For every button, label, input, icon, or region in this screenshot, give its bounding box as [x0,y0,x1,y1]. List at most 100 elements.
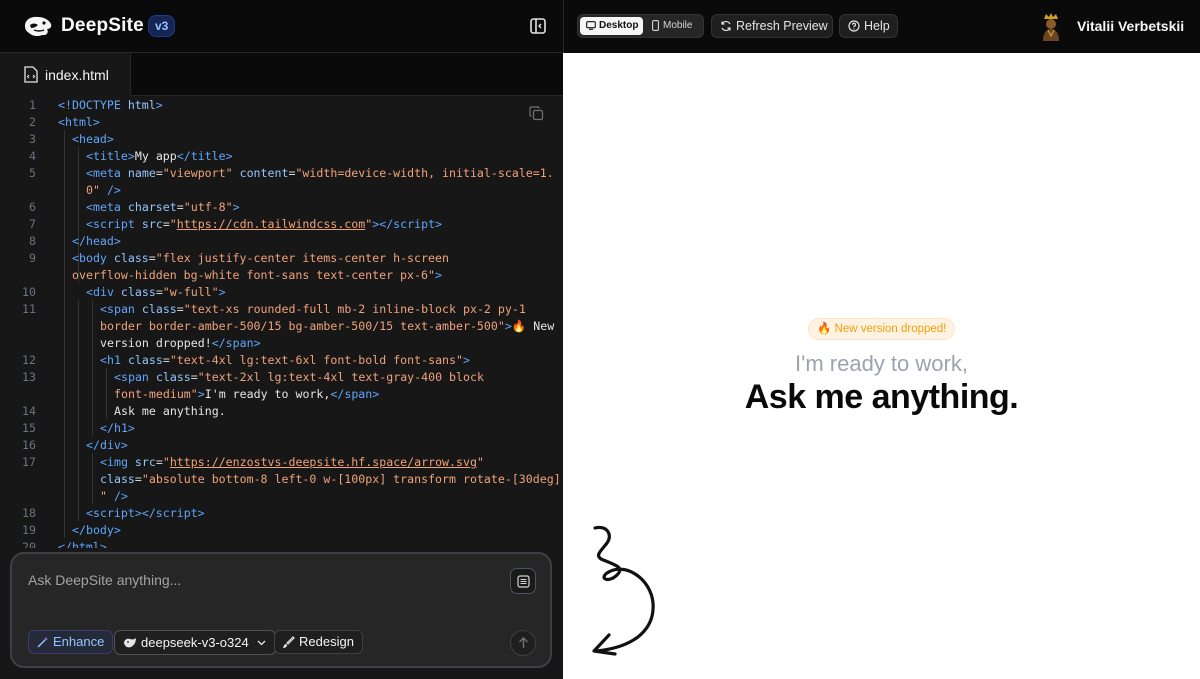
code-line: border border-amber-500/15 bg-amber-500/… [0,318,563,335]
line-number: 12 [22,353,36,367]
code-text: </div> [86,438,128,452]
tab-index-html[interactable]: index.html [0,53,131,96]
preview-toolbar: Desktop Mobile Refresh Preview Help Vita… [563,0,1200,53]
code-line: 14 Ask me anything. [0,403,563,420]
code-line: 3 <head> [0,131,563,148]
code-text: <img src="https://enzostvs-deepsite.hf.s… [100,455,484,469]
model-select[interactable]: deepseek-v3-o324 [114,630,276,655]
line-number: 5 [29,166,36,180]
code-line: 18 <script></script> [0,505,563,522]
line-number: 18 [22,506,36,520]
code-line: 10 <div class="w-full"> [0,284,563,301]
user-name[interactable]: Vitalii Verbetskii [1077,18,1184,34]
code-text: <div class="w-full"> [86,285,226,299]
code-text: <!DOCTYPE html> [58,98,163,112]
line-number: 20 [22,540,36,548]
code-editor[interactable]: 1 <!DOCTYPE html> 2 <html> 3 <head> 4 <title>My… [0,96,563,548]
html-file-icon [24,66,38,83]
code-line: 9 <body class="flex justify-center items-… [0,250,563,267]
line-number: 1 [29,98,36,112]
code-line: version dropped!</span> [0,335,563,352]
refresh-preview-button[interactable]: Refresh Preview [711,14,833,38]
line-number: 15 [22,421,36,435]
live-preview: 🔥 New version dropped! I'm ready to work… [563,53,1200,679]
prompt-input[interactable] [28,572,488,588]
code-line: font-medium">I'm ready to work,</span> [0,386,563,403]
help-label: Help [864,19,890,33]
mobile-tab[interactable]: Mobile [647,17,702,35]
refresh-icon [721,20,731,32]
code-line: 0" /> [0,182,563,199]
code-text: </body> [72,523,121,537]
code-text: <span class="text-xs rounded-full mb-2 i… [100,302,526,316]
code-text: border border-amber-500/15 bg-amber-500/… [100,319,555,333]
curly-arrow-icon [592,525,655,656]
collapse-panel-icon[interactable] [529,17,547,35]
code-line: 16 </div> [0,437,563,454]
paint-brush-icon [283,636,295,648]
file-tabbar: index.html [0,53,563,96]
enhance-button[interactable]: Enhance [28,630,114,654]
code-line: 6 <meta charset="utf-8"> [0,199,563,216]
line-number: 6 [29,200,36,214]
code-text: <title>My app</title> [86,149,233,163]
line-number: 9 [29,251,36,265]
editor-pane: DeepSite v3 index.html 1 <!DOCTYPE html> 2… [0,0,563,679]
code-line: " /> [0,488,563,505]
help-circle-icon [848,20,860,32]
code-line: 2 <html> [0,114,563,131]
line-number: 7 [29,217,36,231]
code-line: 7 <script src="https://cdn.tailwindcss.co… [0,216,563,233]
code-line: 11 <span class="text-xs rounded-full mb-2… [0,301,563,318]
refresh-label: Refresh Preview [736,19,828,33]
code-text: <meta name="viewport" content="width=dev… [86,166,554,180]
desktop-label: Desktop [599,20,639,31]
mobile-label: Mobile [663,20,693,31]
desktop-tab[interactable]: Desktop [580,17,643,35]
prompt-box: Enhance deepseek-v3-o324 Redesign [10,552,552,668]
code-text: class="absolute bottom-8 left-0 w-[100px… [100,472,561,486]
grid-icon [517,575,530,588]
code-text: <meta charset="utf-8"> [86,200,240,214]
code-text: <body class="flex justify-center items-c… [72,251,449,265]
code-line: 17 <img src="https://enzostvs-deepsite.hf… [0,454,563,471]
code-text: </h1> [100,421,135,435]
code-text: <h1 class="text-4xl lg:text-6xl font-bol… [100,353,470,367]
new-version-badge: 🔥 New version dropped! [808,318,956,340]
help-button[interactable]: Help [839,14,898,38]
arrow-up-icon [519,637,528,648]
code-line: 13 <span class="text-2xl lg:text-4xl text… [0,369,563,386]
code-line: overflow-hidden bg-white font-sans text-… [0,267,563,284]
code-text: <head> [72,132,114,146]
attach-button[interactable] [510,568,536,594]
code-text: overflow-hidden bg-white font-sans text-… [72,268,442,282]
code-text: <html> [58,115,100,129]
enhance-label: Enhance [53,634,105,649]
code-line: 19 </body> [0,522,563,539]
line-number: 4 [29,149,36,163]
line-number: 11 [22,302,36,316]
version-badge: v3 [148,15,176,37]
redesign-button[interactable]: Redesign [274,630,363,654]
file-tab-label: index.html [45,67,109,83]
line-number: 16 [22,438,36,452]
deepseek-whale-icon [124,638,136,648]
code-text: </html> [58,540,107,548]
mobile-icon [652,20,659,31]
preview-heading: Ask me anything. [744,378,1019,416]
deepsite-logo-icon [25,16,52,37]
code-line: 20 </html> [0,539,563,548]
line-number: 8 [29,234,36,248]
send-button[interactable] [510,630,536,656]
code-text: " /> [100,489,128,503]
code-text: </head> [72,234,121,248]
copy-icon[interactable] [529,106,544,121]
code-text: <script src="https://cdn.tailwindcss.com… [86,217,443,231]
model-label: deepseek-v3-o324 [141,635,249,650]
avatar[interactable] [1040,12,1062,42]
magic-wand-icon [37,637,48,648]
code-line: 8 </head> [0,233,563,250]
code-line: class="absolute bottom-8 left-0 w-[100px… [0,471,563,488]
device-toggle: Desktop Mobile [577,14,704,38]
code-line: 1 <!DOCTYPE html> [0,97,563,114]
